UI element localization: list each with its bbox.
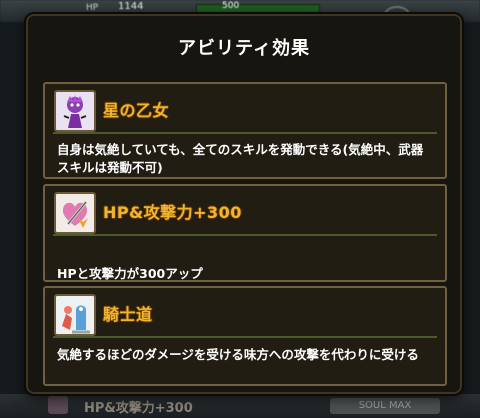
divider xyxy=(53,234,437,236)
divider xyxy=(53,336,437,338)
knight-icon xyxy=(54,294,96,336)
background-list-row: HP&攻撃力+300 SOUL MAX xyxy=(0,394,480,418)
background-hp-label: HP xyxy=(86,3,99,13)
ability-card-header: HP&攻撃力+300 xyxy=(45,186,445,235)
background-gauge xyxy=(196,4,320,13)
ability-name: 騎士道 xyxy=(103,305,153,324)
background-hp-value: 1144 xyxy=(118,1,144,12)
ability-card-header: 騎士道 xyxy=(45,288,445,337)
background-ability-name: HP&攻撃力+300 xyxy=(84,401,193,416)
ability-description: 自身は気絶していても、全てのスキルを発動できる(気絶中、武器スキルは発動不可) xyxy=(57,142,424,175)
ability-description: HPと攻撃力が300アップ xyxy=(57,266,203,281)
ability-name: 星の乙女 xyxy=(103,101,170,120)
divider xyxy=(53,132,437,134)
heart-sword-icon xyxy=(54,192,96,234)
background-ability-icon xyxy=(48,396,68,414)
dialog-title: アビリティ効果 xyxy=(178,38,310,59)
ability-name: HP&攻撃力+300 xyxy=(103,203,242,222)
ability-card-hp-attack: HP&攻撃力+300 HPと攻撃力が300アップ xyxy=(43,184,447,282)
ability-description: 気絶するほどのダメージを受ける味方への攻撃を代わりに受ける xyxy=(57,347,419,362)
ability-card-chivalry: 騎士道 気絶するほどのダメージを受ける味方への攻撃を代わりに受ける xyxy=(43,286,447,386)
ability-effect-dialog[interactable]: アビリティ効果 星の乙女 自身は気絶していても、全てのスキルを発動できる(気絶中… xyxy=(26,14,462,394)
background-gauge-value: 500 xyxy=(222,1,240,11)
ability-card-star-maiden: 星の乙女 自身は気絶していても、全てのスキルを発動できる(気絶中、武器スキルは発… xyxy=(43,82,447,179)
ability-card-header: 星の乙女 xyxy=(45,84,445,133)
purple-maiden-icon xyxy=(54,90,96,132)
background-soul-chip: SOUL MAX xyxy=(330,398,440,414)
